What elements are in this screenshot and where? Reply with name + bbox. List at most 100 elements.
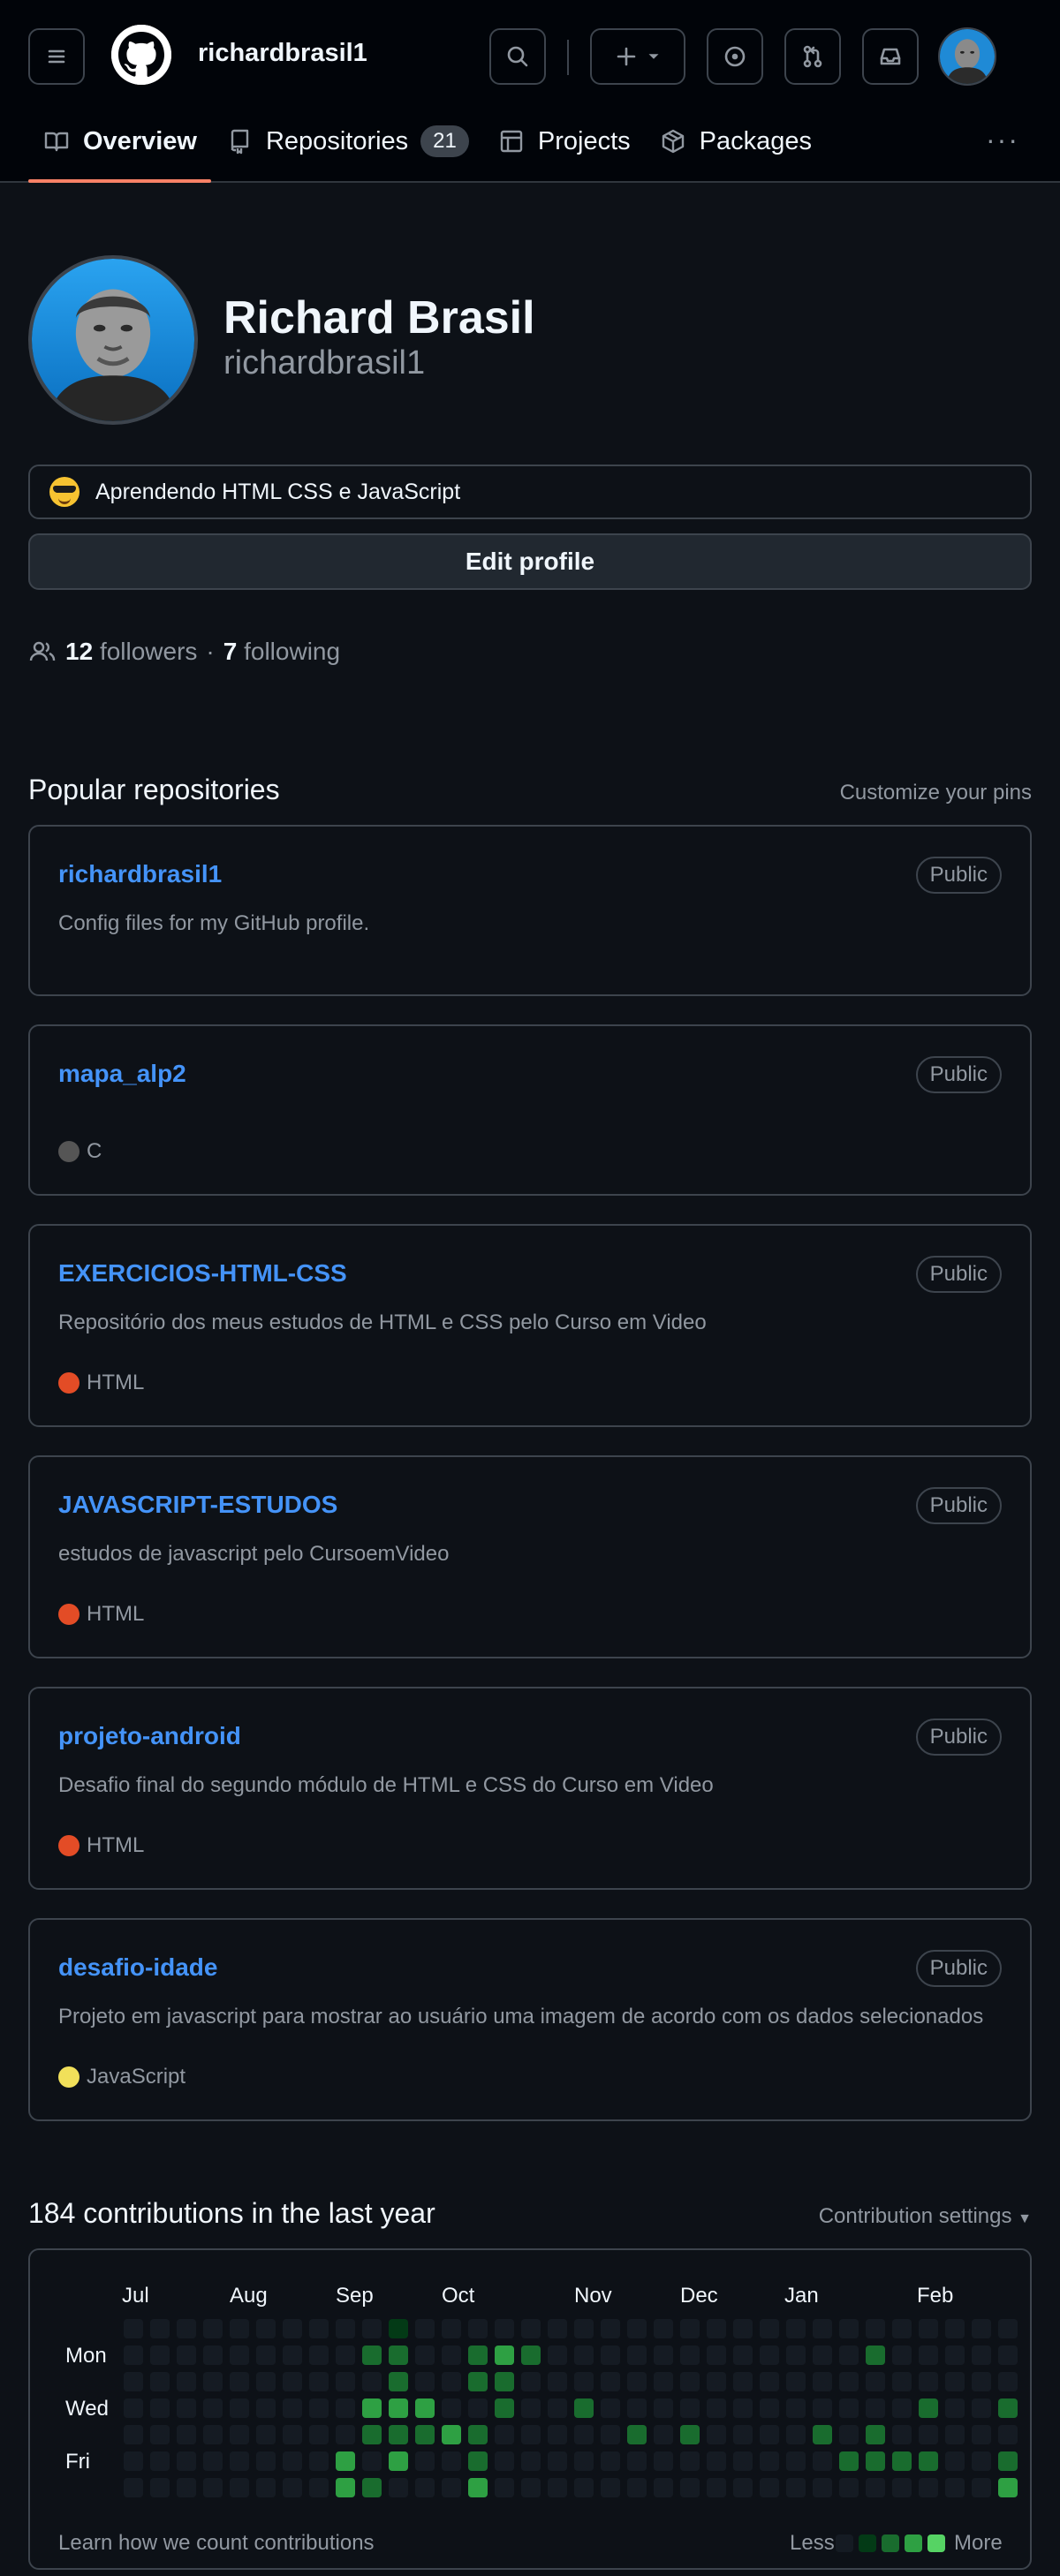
profile-avatar[interactable] [28, 255, 198, 425]
contribution-cell[interactable] [177, 2319, 196, 2338]
contribution-cell[interactable] [256, 2346, 276, 2365]
contribution-cell[interactable] [203, 2478, 223, 2497]
contribution-cell[interactable] [442, 2425, 461, 2444]
following-link[interactable]: 7 following [223, 638, 340, 666]
contribution-cell[interactable] [786, 2319, 806, 2338]
contribution-cell[interactable] [177, 2451, 196, 2471]
contribution-cell[interactable] [945, 2398, 965, 2418]
contribution-cell[interactable] [415, 2478, 435, 2497]
contribution-cell[interactable] [760, 2346, 779, 2365]
contribution-cell[interactable] [521, 2319, 541, 2338]
contribution-cell[interactable] [866, 2425, 885, 2444]
contribution-cell[interactable] [203, 2346, 223, 2365]
contribution-cell[interactable] [283, 2425, 302, 2444]
contribution-cell[interactable] [680, 2398, 700, 2418]
contribution-cell[interactable] [892, 2451, 912, 2471]
contribution-cell[interactable] [415, 2451, 435, 2471]
contribution-cell[interactable] [866, 2372, 885, 2391]
contribution-cell[interactable] [309, 2451, 329, 2471]
tab-projects[interactable]: Projects [483, 113, 645, 170]
contribution-cell[interactable] [866, 2319, 885, 2338]
contribution-cell[interactable] [283, 2372, 302, 2391]
contribution-cell[interactable] [336, 2372, 355, 2391]
contribution-cell[interactable] [998, 2425, 1018, 2444]
tab-packages[interactable]: Packages [645, 113, 826, 170]
contribution-cell[interactable] [150, 2478, 170, 2497]
contribution-cell[interactable] [548, 2346, 567, 2365]
status-field[interactable]: Aprendendo HTML CSS e JavaScript [28, 465, 1032, 519]
contribution-cell[interactable] [680, 2451, 700, 2471]
contribution-cell[interactable] [839, 2425, 859, 2444]
contribution-cell[interactable] [866, 2451, 885, 2471]
contribution-cell[interactable] [733, 2478, 753, 2497]
edit-profile-button[interactable]: Edit profile [28, 533, 1032, 590]
contribution-cell[interactable] [760, 2478, 779, 2497]
contribution-cell[interactable] [998, 2478, 1018, 2497]
contribution-cell[interactable] [468, 2372, 488, 2391]
contribution-cell[interactable] [336, 2451, 355, 2471]
contribution-cell[interactable] [309, 2319, 329, 2338]
tab-overview[interactable]: Overview [28, 113, 211, 183]
contribution-cell[interactable] [495, 2425, 514, 2444]
contribution-cell[interactable] [707, 2451, 726, 2471]
contribution-cell[interactable] [733, 2346, 753, 2365]
contribution-cell[interactable] [601, 2425, 620, 2444]
repo-name-link[interactable]: richardbrasil1 [58, 860, 222, 888]
contribution-cell[interactable] [283, 2319, 302, 2338]
contribution-cell[interactable] [760, 2425, 779, 2444]
contribution-cell[interactable] [177, 2425, 196, 2444]
contribution-cell[interactable] [177, 2346, 196, 2365]
contribution-cell[interactable] [574, 2398, 594, 2418]
contribution-cell[interactable] [972, 2372, 991, 2391]
contribution-cell[interactable] [203, 2372, 223, 2391]
repo-name-link[interactable]: JAVASCRIPT-ESTUDOS [58, 1491, 337, 1519]
contribution-cell[interactable] [680, 2346, 700, 2365]
contribution-cell[interactable] [362, 2372, 382, 2391]
contribution-cell[interactable] [495, 2372, 514, 2391]
contribution-cell[interactable] [680, 2372, 700, 2391]
contribution-cell[interactable] [124, 2478, 143, 2497]
contribution-cell[interactable] [786, 2372, 806, 2391]
contribution-cell[interactable] [521, 2398, 541, 2418]
contribution-cell[interactable] [283, 2346, 302, 2365]
contribution-cell[interactable] [283, 2398, 302, 2418]
contribution-cell[interactable] [124, 2425, 143, 2444]
contribution-cell[interactable] [707, 2346, 726, 2365]
contribution-cell[interactable] [203, 2451, 223, 2471]
contribution-cell[interactable] [124, 2319, 143, 2338]
contribution-cell[interactable] [362, 2346, 382, 2365]
contribution-cell[interactable] [389, 2372, 408, 2391]
contribution-cell[interactable] [945, 2372, 965, 2391]
contribution-cell[interactable] [919, 2372, 938, 2391]
contribution-cell[interactable] [786, 2451, 806, 2471]
contribution-cell[interactable] [919, 2319, 938, 2338]
contribution-cell[interactable] [468, 2346, 488, 2365]
contribution-cell[interactable] [203, 2398, 223, 2418]
contribution-cell[interactable] [548, 2319, 567, 2338]
contribution-cell[interactable] [177, 2478, 196, 2497]
contribution-cell[interactable] [415, 2398, 435, 2418]
contribution-cell[interactable] [998, 2398, 1018, 2418]
header-username[interactable]: richardbrasil1 [198, 39, 367, 68]
contribution-cell[interactable] [442, 2398, 461, 2418]
contribution-cell[interactable] [972, 2425, 991, 2444]
contribution-cell[interactable] [336, 2398, 355, 2418]
contribution-cell[interactable] [442, 2478, 461, 2497]
contribution-cell[interactable] [256, 2425, 276, 2444]
contribution-cell[interactable] [124, 2346, 143, 2365]
contribution-cell[interactable] [919, 2451, 938, 2471]
user-avatar-small[interactable] [938, 27, 996, 86]
contribution-cell[interactable] [389, 2346, 408, 2365]
contribution-cell[interactable] [919, 2398, 938, 2418]
contribution-cell[interactable] [627, 2398, 647, 2418]
contribution-cell[interactable] [919, 2478, 938, 2497]
contribution-cell[interactable] [150, 2319, 170, 2338]
contribution-cell[interactable] [203, 2319, 223, 2338]
contribution-cell[interactable] [601, 2478, 620, 2497]
contribution-cell[interactable] [813, 2319, 832, 2338]
contribution-cell[interactable] [945, 2451, 965, 2471]
contribution-cell[interactable] [892, 2319, 912, 2338]
contribution-cell[interactable] [336, 2478, 355, 2497]
contribution-cell[interactable] [521, 2346, 541, 2365]
contribution-cell[interactable] [495, 2319, 514, 2338]
